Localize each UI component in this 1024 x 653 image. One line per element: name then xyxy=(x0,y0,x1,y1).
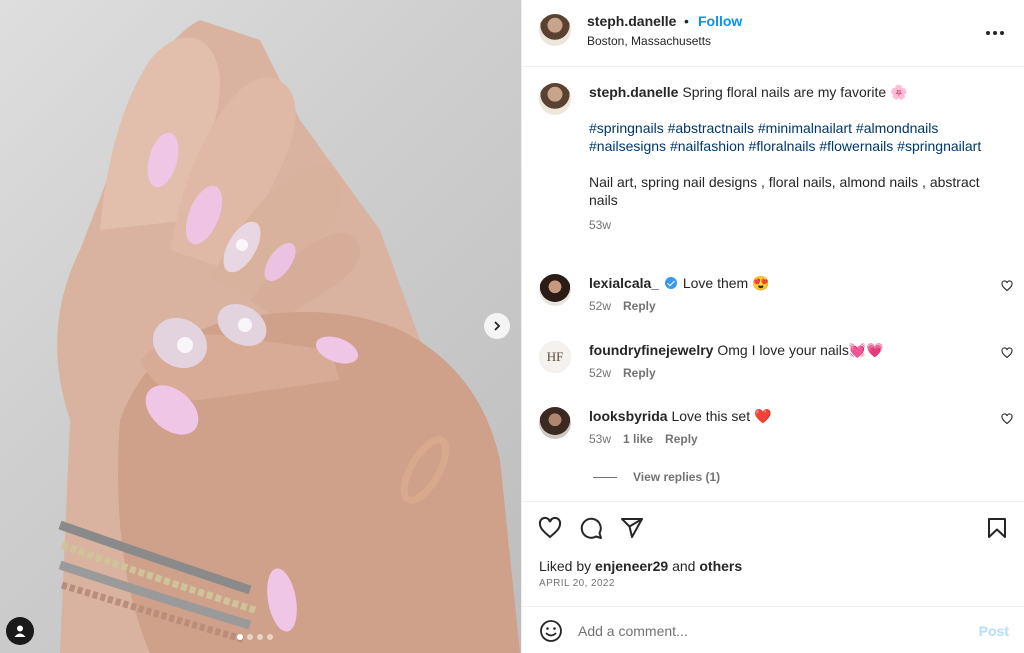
carousel-dot xyxy=(267,634,273,640)
separator-dot: • xyxy=(684,13,689,29)
liked-by-and: and xyxy=(672,558,696,574)
post-details-panel: steph.danelle • Follow Boston, Massachus… xyxy=(521,0,1024,653)
comment-timestamp: 52w xyxy=(589,366,612,380)
commenter-avatar[interactable] xyxy=(539,274,571,306)
caption-text: Spring floral nails are my favorite 🌸 xyxy=(682,84,908,100)
heart-icon[interactable] xyxy=(1001,280,1013,292)
post-header: steph.danelle • Follow Boston, Massachus… xyxy=(522,0,1024,67)
caption-description: Nail art, spring nail designs , floral n… xyxy=(589,174,980,208)
user-icon xyxy=(14,625,26,637)
more-horizontal-icon xyxy=(986,31,1004,35)
reply-button[interactable]: Reply xyxy=(623,366,656,380)
share-icon[interactable] xyxy=(620,516,644,540)
view-replies-label: View replies (1) xyxy=(633,470,721,484)
action-bar xyxy=(522,516,1024,542)
avatar-monogram: HF xyxy=(546,349,564,364)
commenter-username[interactable]: looksbyrida xyxy=(589,408,668,424)
comment-timestamp: 52w xyxy=(589,299,612,313)
liked-by-prefix: Liked by xyxy=(539,558,592,574)
commenter-avatar[interactable] xyxy=(539,407,571,439)
comment-text: Omg I love your nails💓💗 xyxy=(717,342,884,358)
tagged-users-button[interactable] xyxy=(6,617,34,645)
commenter-avatar[interactable]: HF xyxy=(539,341,571,373)
verified-badge-icon xyxy=(664,277,677,289)
comment-icon[interactable] xyxy=(579,516,603,540)
commenter-username[interactable]: lexialcala_ xyxy=(589,275,659,291)
caption-author-avatar[interactable] xyxy=(539,83,571,115)
carousel-next-button[interactable] xyxy=(484,313,510,339)
comment-timestamp: 53w xyxy=(589,432,612,446)
author-username[interactable]: steph.danelle xyxy=(587,13,676,29)
reply-button[interactable]: Reply xyxy=(665,432,698,446)
caption-timestamp: 53w xyxy=(589,218,612,232)
carousel-dot xyxy=(237,634,243,640)
emoji-icon[interactable] xyxy=(539,619,563,643)
liked-by: Liked by enjeneer29 and others xyxy=(539,558,742,574)
comments-list[interactable]: steph.danelle Spring floral nails are my… xyxy=(522,67,1024,502)
comment-input[interactable] xyxy=(578,619,958,643)
comment-like-count[interactable]: 1 like xyxy=(623,432,653,446)
carousel-dot xyxy=(257,634,263,640)
carousel-dots xyxy=(237,634,273,640)
chevron-right-icon xyxy=(494,321,501,331)
hands-nails-image xyxy=(57,20,520,653)
heart-icon[interactable] xyxy=(1001,413,1013,425)
save-bookmark-icon[interactable] xyxy=(985,516,1009,540)
post-location[interactable]: Boston, Massachusetts xyxy=(587,34,711,48)
post-caption: steph.danelle Spring floral nails are my… xyxy=(589,83,989,234)
more-options-button[interactable] xyxy=(985,20,1005,41)
liked-by-user[interactable]: enjeneer29 xyxy=(595,558,668,574)
post-date: APRIL 20, 2022 xyxy=(539,578,615,589)
post-comment-button[interactable]: Post xyxy=(979,623,1009,639)
add-comment-bar: Post xyxy=(522,606,1024,653)
author-avatar[interactable] xyxy=(539,14,571,46)
view-replies-button[interactable]: View replies (1) xyxy=(593,470,720,484)
caption-hashtags[interactable]: #springnails #abstractnails #minimalnail… xyxy=(589,119,989,155)
replies-divider xyxy=(593,476,617,478)
carousel-dot xyxy=(247,634,253,640)
reply-button[interactable]: Reply xyxy=(623,299,656,313)
caption-username[interactable]: steph.danelle xyxy=(589,84,678,100)
like-heart-icon[interactable] xyxy=(538,516,562,540)
heart-icon[interactable] xyxy=(1001,347,1013,359)
follow-button[interactable]: Follow xyxy=(698,13,742,29)
comment-text: Love this set ❤️ xyxy=(671,408,772,424)
commenter-username[interactable]: foundryfinejewelry xyxy=(589,342,713,358)
liked-by-others[interactable]: others xyxy=(699,558,742,574)
comment-text: Love them 😍 xyxy=(682,275,770,291)
post-photo[interactable] xyxy=(0,0,521,653)
